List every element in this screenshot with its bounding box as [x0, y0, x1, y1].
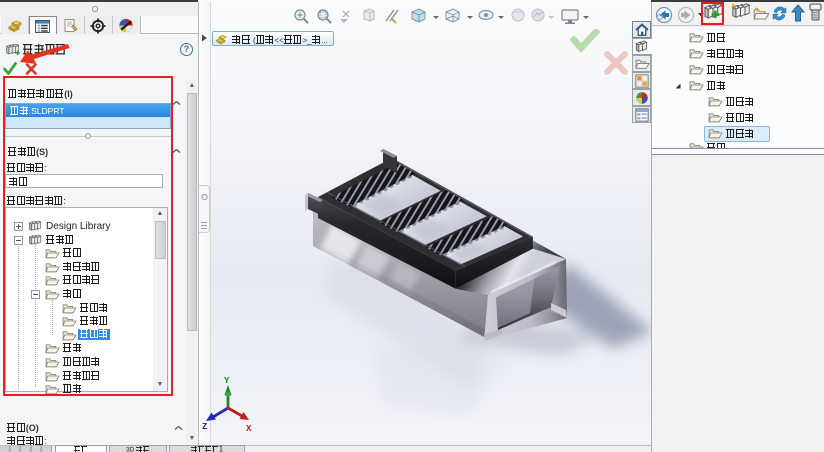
svg-text:Y: Y: [224, 376, 230, 386]
svg-text:X: X: [246, 424, 252, 434]
svg-text:Z: Z: [202, 422, 207, 432]
